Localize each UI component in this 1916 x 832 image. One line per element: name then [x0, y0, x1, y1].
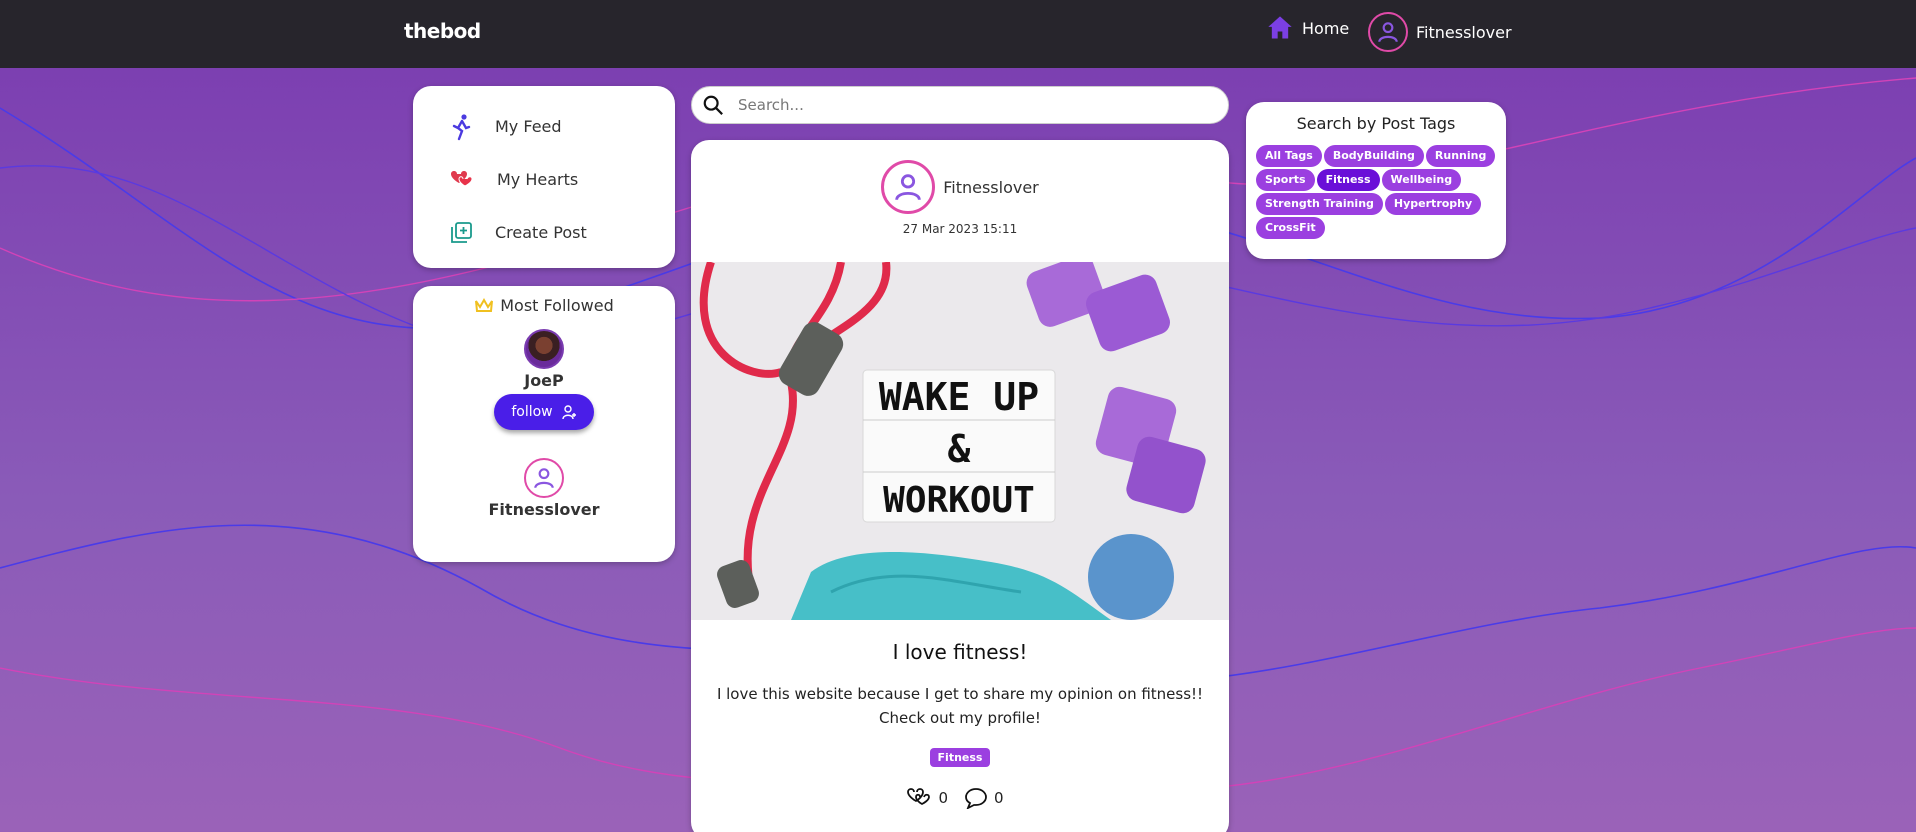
house-icon	[1268, 16, 1292, 39]
image-text-line: &	[948, 427, 971, 471]
sidebar-menu: My Feed My Hearts Create Post	[413, 86, 675, 268]
post-title: I love fitness!	[892, 640, 1028, 664]
follower-name[interactable]: JoeP	[413, 371, 675, 390]
follow-button-label: follow	[511, 404, 553, 420]
avatar[interactable]	[881, 160, 936, 214]
post-image[interactable]: WAKE UP & WORKOUT	[691, 262, 1229, 620]
image-text-line: WORKOUT	[883, 480, 1035, 521]
crown-icon	[475, 297, 494, 312]
most-followed-panel: Most Followed JoeP follow Fitnesslover	[413, 286, 675, 562]
brand-logo[interactable]: thebod	[404, 19, 481, 43]
post-actions: 0 0	[691, 787, 1229, 809]
post-card: Fitnesslover 27 Mar 2023 15:11 WAKE UP &…	[691, 140, 1229, 832]
sidebar-item-label: Create Post	[495, 223, 587, 242]
search-icon	[703, 95, 723, 115]
tag-all-tags[interactable]: All Tags	[1256, 145, 1322, 167]
tag-strength-training[interactable]: Strength Training	[1256, 193, 1383, 215]
post-author[interactable]: Fitnesslover	[691, 160, 1229, 214]
tag-running[interactable]: Running	[1425, 145, 1496, 167]
post-author-name: Fitnesslover	[943, 177, 1039, 197]
add-post-icon	[451, 221, 472, 243]
add-user-icon	[561, 405, 576, 420]
sidebar-item-my-feed[interactable]: My Feed	[413, 100, 675, 153]
comment-icon[interactable]	[964, 787, 988, 809]
most-followed-title: Most Followed	[500, 296, 614, 315]
running-figure-icon	[452, 113, 471, 140]
tag-hypertrophy[interactable]: Hypertrophy	[1384, 193, 1482, 215]
follower-name[interactable]: Fitnesslover	[413, 500, 675, 519]
hearts-icon	[451, 170, 473, 187]
user-avatar	[1368, 12, 1408, 52]
sidebar-item-create-post[interactable]: Create Post	[413, 206, 675, 259]
user-icon	[534, 468, 554, 489]
user-icon	[895, 174, 921, 201]
top-navbar: thebod Home Fitnesslover	[0, 0, 1916, 68]
tag-crossfit[interactable]: CrossFit	[1256, 217, 1325, 239]
heart-button-icon[interactable]	[906, 787, 932, 809]
sidebar-item-label: My Hearts	[497, 170, 579, 189]
tag-filter-title: Search by Post Tags	[1296, 114, 1456, 133]
search-bar	[691, 86, 1229, 124]
most-followed-heading: Most Followed	[413, 296, 675, 315]
avatar[interactable]	[524, 329, 564, 369]
sidebar-item-my-hearts[interactable]: My Hearts	[413, 153, 675, 206]
nav-user-profile[interactable]: Fitnesslover	[1368, 12, 1512, 52]
sidebar-item-label: My Feed	[495, 117, 562, 136]
tag-fitness[interactable]: Fitness	[1316, 169, 1380, 191]
tag-wellbeing[interactable]: Wellbeing	[1381, 169, 1462, 191]
nav-home-label: Home	[1302, 18, 1350, 38]
avatar[interactable]	[524, 458, 564, 498]
hearts-count: 0	[938, 789, 948, 807]
post-body: I love this website because I get to sha…	[716, 685, 1204, 727]
user-icon	[1378, 22, 1398, 43]
tag-list: All Tags BodyBuilding Running Sports Fit…	[1256, 145, 1496, 239]
post-date: 27 Mar 2023 15:11	[902, 222, 1018, 236]
image-text-line: WAKE UP	[879, 375, 1039, 419]
comments-count: 0	[994, 789, 1004, 807]
tag-sports[interactable]: Sports	[1256, 169, 1315, 191]
post-tag[interactable]: Fitness	[929, 748, 991, 767]
nav-home-link[interactable]: Home	[1266, 14, 1349, 42]
tag-bodybuilding[interactable]: BodyBuilding	[1323, 145, 1424, 167]
nav-user-name: Fitnesslover	[1416, 22, 1512, 42]
search-input[interactable]	[738, 96, 1198, 114]
tag-filter-panel: Search by Post Tags All Tags BodyBuildin…	[1246, 102, 1506, 259]
follow-button[interactable]: follow	[494, 394, 594, 430]
